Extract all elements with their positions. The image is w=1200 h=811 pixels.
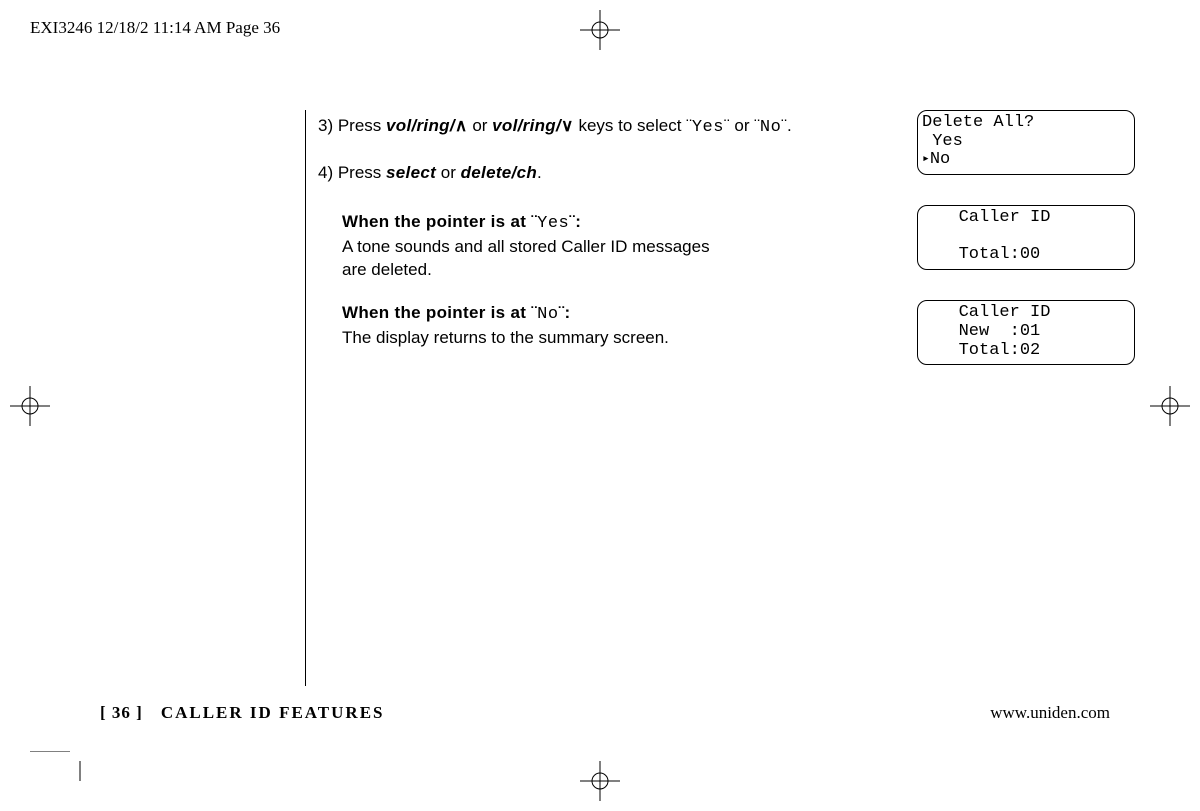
text: or [436, 163, 461, 182]
registration-mark-bottom [580, 761, 620, 801]
lcd-text-yes: Yes [692, 118, 724, 137]
text: Press [333, 116, 386, 135]
arrow-up-icon: ∧ [455, 116, 468, 135]
lcd-screen-delete-all: Delete All? Yes ▸No [917, 110, 1135, 175]
sub-no-line1: The display returns to the summary scree… [342, 328, 669, 347]
page-number: [ 36 ] [100, 703, 143, 722]
step-4-num: 4) [318, 163, 333, 182]
proof-header: EXI3246 12/18/2 11:14 AM Page 36 [30, 18, 280, 38]
page-footer: [ 36 ] CALLER ID FEATURES www.uniden.com [100, 703, 1110, 723]
sub-yes-line1: A tone sounds and all stored Caller ID m… [342, 237, 710, 256]
step-3-num: 3) [318, 116, 333, 135]
registration-mark-top [580, 10, 620, 50]
key-select: select [386, 163, 436, 182]
text: Press [333, 163, 386, 182]
page-body: 3) Press vol/ring/∧ or vol/ring/∨ keys t… [305, 110, 1135, 686]
text: . [787, 116, 792, 135]
section-title: CALLER ID FEATURES [161, 703, 385, 722]
arrow-down-icon: ∨ [561, 116, 574, 135]
text: . [537, 163, 542, 182]
pointer-icon: ▸ [922, 151, 930, 166]
footer-url: www.uniden.com [990, 703, 1110, 723]
sub-yes-heading: When the pointer is at ¨Yes¨: [342, 212, 581, 231]
step-3: 3) Press vol/ring/∧ or vol/ring/∨ keys t… [318, 115, 878, 140]
lcd-screen-summary: Caller ID New :01 Total:02 [917, 300, 1135, 365]
text: or [730, 116, 755, 135]
registration-mark-right [1150, 386, 1190, 426]
crop-corner-bl [30, 751, 90, 781]
text: or [468, 116, 493, 135]
step-4: 4) Press select or delete/ch. [318, 162, 878, 185]
lcd-text-no: No [760, 118, 781, 137]
lcd-screen-total-00: Caller ID Total:00 [917, 205, 1135, 270]
registration-mark-left [10, 386, 50, 426]
sub-yes-line2: are deleted. [342, 260, 432, 279]
text: keys to select [574, 116, 686, 135]
key-delete-ch: delete/ch [461, 163, 537, 182]
sub-no: When the pointer is at ¨No¨: The display… [342, 302, 822, 350]
sub-yes: When the pointer is at ¨Yes¨: A tone sou… [342, 211, 822, 282]
sub-no-heading: When the pointer is at ¨No¨: [342, 303, 571, 322]
key-vol-ring-up: vol/ring/ [386, 116, 455, 135]
lcd-screens: Delete All? Yes ▸No Caller ID Total:00 C… [917, 110, 1135, 395]
key-vol-ring-down: vol/ring/ [492, 116, 561, 135]
